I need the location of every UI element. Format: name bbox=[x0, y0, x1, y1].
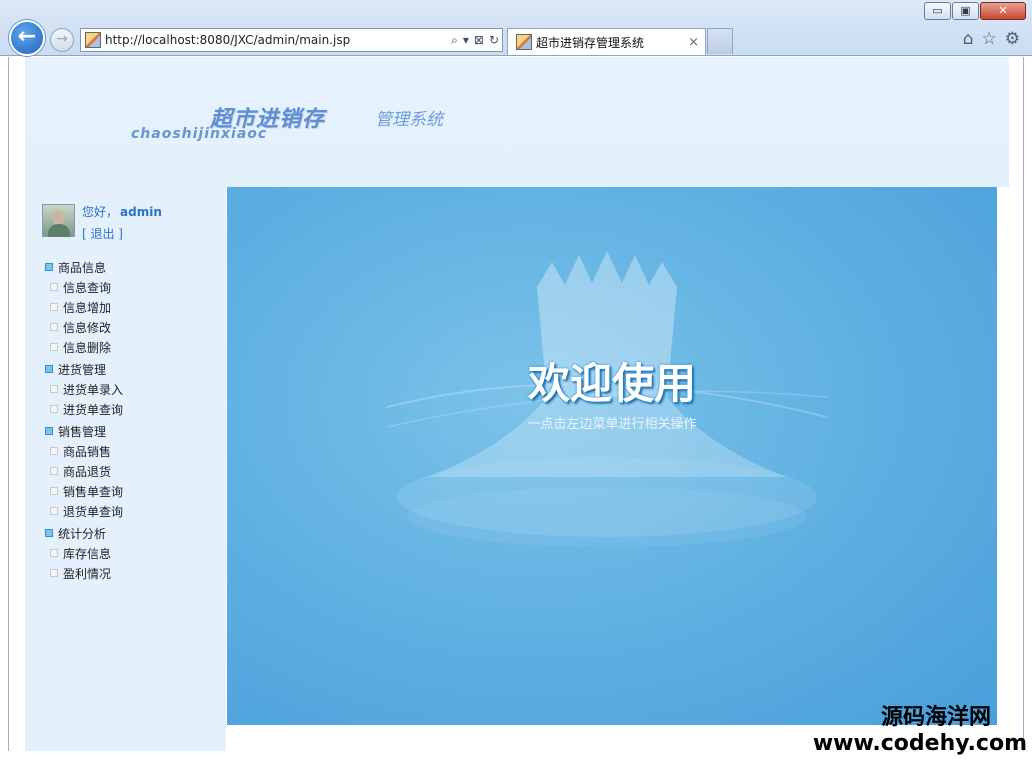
tab-title: 超市进销存管理系统 bbox=[536, 35, 645, 50]
square-bullet-icon bbox=[50, 467, 58, 475]
logout-link[interactable]: [ 退出 ] bbox=[82, 225, 123, 242]
sidebar-item-profit[interactable]: 盈利情况 bbox=[45, 563, 215, 583]
welcome-panel: 欢迎使用 一点击左边菜单进行相关操作 bbox=[227, 187, 997, 725]
square-bullet-icon bbox=[50, 549, 58, 557]
square-bullet-icon bbox=[50, 447, 58, 455]
menu-item-label: 信息修改 bbox=[63, 320, 112, 335]
page-viewport: 超市进销存 管理系统 chaoshijinxiaoc 您好， admin [ 退出… bbox=[8, 57, 1024, 751]
sidebar-item-product-sale[interactable]: 商品销售 bbox=[45, 441, 215, 461]
user-name: admin bbox=[120, 205, 162, 219]
sidebar-item-sales-query[interactable]: 销售单查询 bbox=[45, 481, 215, 501]
app-header: 超市进销存 管理系统 chaoshijinxiaoc bbox=[25, 57, 1009, 187]
sidebar-item-purchase-query[interactable]: 进货单查询 bbox=[45, 399, 215, 419]
tab-close-icon[interactable]: × bbox=[688, 35, 699, 50]
sidebar-item-info-edit[interactable]: 信息修改 bbox=[45, 317, 215, 337]
restore-button[interactable]: ▣ bbox=[952, 2, 979, 20]
favorites-star-icon[interactable]: ☆ bbox=[982, 29, 997, 49]
tab-active[interactable]: 超市进销存管理系统 × bbox=[507, 28, 706, 55]
sidebar-item-product-return[interactable]: 商品退货 bbox=[45, 461, 215, 481]
avatar bbox=[42, 204, 75, 237]
watermark-line2: www.codehy.com bbox=[812, 731, 1027, 756]
window-controls: ▭ ▣ ✕ bbox=[923, 2, 1026, 20]
address-bar[interactable]: http://localhost:8080/JXC/admin/main.jsp… bbox=[80, 28, 503, 52]
menu-group-label: 销售管理 bbox=[58, 424, 107, 439]
square-bullet-icon bbox=[50, 323, 58, 331]
search-icon[interactable]: ⌕ bbox=[451, 33, 458, 48]
menu-item-label: 商品销售 bbox=[63, 444, 112, 459]
menu-item-label: 退货单查询 bbox=[63, 504, 124, 519]
menu-item-label: 信息查询 bbox=[63, 280, 112, 295]
sidebar-item-info-delete[interactable]: 信息删除 bbox=[45, 337, 215, 357]
sidebar-item-inventory[interactable]: 库存信息 bbox=[45, 543, 215, 563]
square-bullet-icon bbox=[45, 263, 53, 271]
menu-item-label: 盈利情况 bbox=[63, 566, 112, 581]
menu-group-product-info[interactable]: 商品信息 bbox=[45, 257, 215, 277]
user-greeting: 您好， admin bbox=[82, 203, 162, 220]
settings-gear-icon[interactable]: ⚙ bbox=[1005, 29, 1020, 49]
square-bullet-icon bbox=[45, 427, 53, 435]
greeting-text: 您好， bbox=[82, 205, 119, 219]
square-bullet-icon bbox=[50, 405, 58, 413]
home-icon[interactable]: ⌂ bbox=[963, 29, 974, 49]
square-bullet-icon bbox=[45, 529, 53, 537]
dropdown-icon[interactable]: ▾ bbox=[463, 33, 469, 47]
menu-item-label: 信息删除 bbox=[63, 340, 112, 355]
sidebar-item-purchase-entry[interactable]: 进货单录入 bbox=[45, 379, 215, 399]
close-window-button[interactable]: ✕ bbox=[980, 2, 1026, 20]
sidebar-menu: 商品信息 信息查询 信息增加 信息修改 信息删除 进货管理 进货单录入 进货单查… bbox=[45, 255, 215, 583]
forward-button[interactable]: → bbox=[50, 28, 74, 52]
square-bullet-icon bbox=[50, 343, 58, 351]
square-bullet-icon bbox=[50, 385, 58, 393]
new-tab-button[interactable] bbox=[707, 28, 733, 54]
compat-view-icon[interactable]: ⊠ bbox=[474, 33, 484, 47]
square-bullet-icon bbox=[50, 569, 58, 577]
menu-item-label: 商品退货 bbox=[63, 464, 112, 479]
watermark: 源码海洋网 www.codehy.com bbox=[813, 699, 1027, 756]
menu-item-label: 进货单查询 bbox=[63, 402, 124, 417]
sidebar: 您好， admin [ 退出 ] 商品信息 信息查询 信息增加 信息修改 信息删除… bbox=[25, 187, 226, 751]
logo-pinyin-text: chaoshijinxiaoc bbox=[131, 126, 268, 142]
menu-group-purchase[interactable]: 进货管理 bbox=[45, 359, 215, 379]
menu-group-label: 商品信息 bbox=[58, 260, 107, 275]
square-bullet-icon bbox=[50, 507, 58, 515]
sidebar-item-info-query[interactable]: 信息查询 bbox=[45, 277, 215, 297]
welcome-title: 欢迎使用 bbox=[527, 359, 696, 408]
welcome-subtitle: 一点击左边菜单进行相关操作 bbox=[527, 417, 697, 432]
browser-chrome: ▭ ▣ ✕ ← → http://localhost:8080/JXC/admi… bbox=[0, 0, 1032, 56]
menu-item-label: 库存信息 bbox=[63, 546, 112, 561]
menu-group-sales[interactable]: 销售管理 bbox=[45, 421, 215, 441]
menu-group-label: 进货管理 bbox=[58, 362, 107, 377]
browser-toolbar-right: ⌂ ☆ ⚙ bbox=[955, 29, 1020, 49]
sidebar-item-return-query[interactable]: 退货单查询 bbox=[45, 501, 215, 521]
minimize-button[interactable]: ▭ bbox=[924, 2, 951, 20]
tab-favicon-icon bbox=[516, 34, 532, 50]
watermark-line1: 源码海洋网 bbox=[880, 705, 991, 730]
refresh-icon[interactable]: ↻ bbox=[489, 33, 499, 47]
square-bullet-icon bbox=[45, 365, 53, 373]
square-bullet-icon bbox=[50, 303, 58, 311]
square-bullet-icon bbox=[50, 487, 58, 495]
menu-item-label: 信息增加 bbox=[63, 300, 112, 315]
square-bullet-icon bbox=[50, 283, 58, 291]
back-button[interactable]: ← bbox=[9, 20, 45, 56]
menu-item-label: 进货单录入 bbox=[63, 382, 124, 397]
logo-sub-text: 管理系统 bbox=[375, 110, 443, 130]
url-text[interactable]: http://localhost:8080/JXC/admin/main.jsp bbox=[105, 33, 446, 47]
menu-group-label: 统计分析 bbox=[58, 526, 107, 541]
sidebar-item-info-add[interactable]: 信息增加 bbox=[45, 297, 215, 317]
page-favicon-icon bbox=[85, 32, 101, 48]
menu-item-label: 销售单查询 bbox=[63, 484, 124, 499]
address-tools: ⌕ ▾ ⊠ ↻ bbox=[446, 33, 499, 48]
menu-group-statistics[interactable]: 统计分析 bbox=[45, 523, 215, 543]
